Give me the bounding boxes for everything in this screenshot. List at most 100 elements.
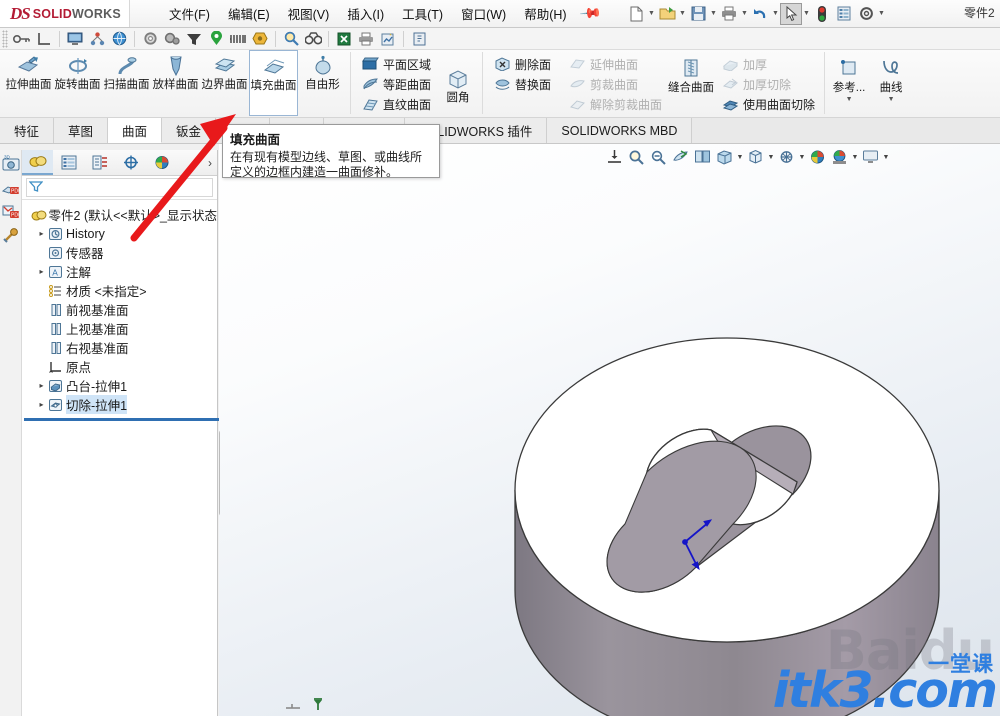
select-caret-icon[interactable]: ▼ [802, 10, 811, 17]
filled-surface-button[interactable]: 填充曲面 [249, 50, 298, 116]
property-list-icon[interactable] [53, 150, 84, 175]
rebuild-button[interactable] [811, 3, 833, 25]
section-view-button[interactable] [670, 146, 691, 168]
offset-surface-button[interactable]: 等距曲面 [356, 74, 435, 94]
monitor-settings-caret-icon[interactable]: ▼ [882, 154, 890, 161]
perpendicular-icon[interactable] [33, 29, 55, 49]
open-document-caret-icon[interactable]: ▼ [678, 10, 687, 17]
tree-expander[interactable]: ▸ [36, 267, 47, 276]
appearance-sphere-icon[interactable] [146, 150, 177, 175]
undo-caret-icon[interactable]: ▼ [771, 10, 780, 17]
pushpin-icon[interactable]: 📌 [578, 1, 603, 25]
funnel-icon[interactable] [183, 29, 205, 49]
curves-button[interactable]: 曲线 ▼ [870, 50, 912, 103]
help-book-icon[interactable] [408, 29, 430, 49]
select-button[interactable] [780, 2, 803, 25]
tree-item-material[interactable]: 材质 <未指定> [26, 281, 217, 300]
tab-sketch[interactable]: 草图 [54, 118, 109, 143]
planar-surface-button[interactable]: 平面区域 [356, 54, 435, 74]
gears-icon[interactable] [161, 29, 183, 49]
menu-file[interactable]: 文件(F) [160, 0, 219, 27]
gear-icon[interactable] [139, 29, 161, 49]
mbd-tools-icon[interactable] [1, 226, 21, 246]
tree-item-right-plane[interactable]: 右视基准面 [26, 338, 217, 357]
tree-item-part[interactable]: 零件2 (默认<<默认>_显示状态 [26, 205, 217, 224]
display-style-button[interactable] [714, 146, 735, 168]
tab-surfaces[interactable]: 曲面 [108, 118, 163, 143]
scene-caret-icon[interactable]: ▼ [851, 154, 859, 161]
tree-item-origin[interactable]: 原点 [26, 357, 217, 376]
magnifier-icon[interactable] [280, 29, 302, 49]
options-caret-icon[interactable]: ▼ [877, 10, 886, 17]
menu-edit[interactable]: 编辑(E) [219, 0, 279, 27]
options-display-button[interactable] [833, 3, 855, 25]
fillet-button[interactable]: 圆角 [437, 50, 479, 105]
delete-face-button[interactable]: 删除面 [488, 54, 555, 74]
configuration-icon[interactable] [84, 150, 115, 175]
open-document-button[interactable] [656, 3, 678, 25]
menu-help[interactable]: 帮助(H) [515, 0, 575, 27]
network-icon[interactable] [86, 29, 108, 49]
replace-face-button[interactable]: 替换面 [488, 74, 555, 94]
freeform-button[interactable]: 自由形 [298, 50, 347, 116]
key-icon[interactable] [11, 29, 33, 49]
view-orientation-cube-button[interactable] [776, 146, 797, 168]
pdf-3d-publish-icon[interactable]: PDF [1, 202, 21, 222]
tab-features[interactable]: 特征 [0, 118, 55, 143]
new-document-caret-icon[interactable]: ▼ [647, 10, 656, 17]
binoculars-icon[interactable] [302, 29, 324, 49]
menu-window[interactable]: 窗口(W) [452, 0, 515, 27]
monitor-settings-button[interactable] [860, 146, 881, 168]
ruled-surface-button[interactable]: 直纹曲面 [356, 94, 435, 114]
tree-item-cut-extrude1[interactable]: ▸ 切除-拉伸1 [26, 395, 217, 414]
previous-view-button[interactable] [648, 146, 669, 168]
new-document-button[interactable] [625, 3, 647, 25]
excel-icon[interactable] [333, 29, 355, 49]
untrim-surface-button[interactable]: 解除剪裁曲面 [563, 94, 666, 114]
edit-appearance-button[interactable] [807, 146, 828, 168]
tree-item-front-plane[interactable]: 前视基准面 [26, 300, 217, 319]
tab-sheetmetal[interactable]: 钣金 [162, 118, 217, 143]
zoom-to-fit-button[interactable] [604, 146, 625, 168]
revolved-surface-button[interactable]: 旋转曲面 [53, 50, 102, 116]
tree-item-top-plane[interactable]: 上视基准面 [26, 319, 217, 338]
spring-icon[interactable] [227, 29, 249, 49]
reference-caret-icon[interactable]: ▼ [846, 96, 853, 103]
view-orientation-caret-icon[interactable]: ▼ [798, 154, 806, 161]
monitor-icon[interactable] [64, 29, 86, 49]
print-button[interactable] [718, 3, 740, 25]
extend-surface-button[interactable]: 延伸曲面 [563, 54, 666, 74]
view-orientation-button[interactable] [692, 146, 713, 168]
camera-3d-icon[interactable]: 3D [1, 154, 21, 174]
panel-splitter-handle[interactable] [219, 430, 220, 516]
tree-item-boss-extrude1[interactable]: ▸ 凸台-拉伸1 [26, 376, 217, 395]
knit-surface-button[interactable]: 缝合曲面 [668, 50, 714, 95]
hex-bolt-icon[interactable] [249, 29, 271, 49]
new-chart-icon[interactable] [377, 29, 399, 49]
tree-expander[interactable]: ▸ [36, 229, 47, 238]
swept-surface-button[interactable]: 扫描曲面 [102, 50, 151, 116]
lofted-surface-button[interactable]: 放样曲面 [151, 50, 200, 116]
reference-geometry-button[interactable]: 参考... ▼ [828, 50, 870, 103]
toolbar-grip[interactable] [2, 29, 8, 48]
tree-expander[interactable]: ▸ [36, 400, 47, 409]
extruded-surface-button[interactable]: 拉伸曲面 [4, 50, 53, 116]
globe-icon[interactable] [108, 29, 130, 49]
feature-manager-more-chevron-icon[interactable]: › [208, 156, 217, 170]
zoom-area-button[interactable] [626, 146, 647, 168]
tree-item-sensors[interactable]: 传感器 [26, 243, 217, 262]
tree-expander[interactable]: ▸ [36, 381, 47, 390]
print-caret-icon[interactable]: ▼ [740, 10, 749, 17]
dimxpert-icon[interactable] [115, 150, 146, 175]
hide-show-caret-icon[interactable]: ▼ [767, 154, 775, 161]
display-style-caret-icon[interactable]: ▼ [736, 154, 744, 161]
thicken-cut-button[interactable]: 加厚切除 [716, 74, 819, 94]
tree-item-annotations[interactable]: ▸ A 注解 [26, 262, 217, 281]
save-caret-icon[interactable]: ▼ [709, 10, 718, 17]
thicken-button[interactable]: 加厚 [716, 54, 819, 74]
trim-surface-button[interactable]: 剪裁曲面 [563, 74, 666, 94]
save-button[interactable] [687, 3, 709, 25]
featuremanager-design-tree-tab[interactable] [22, 150, 53, 175]
marker-pin-icon[interactable] [205, 29, 227, 49]
menu-view[interactable]: 视图(V) [279, 0, 339, 27]
